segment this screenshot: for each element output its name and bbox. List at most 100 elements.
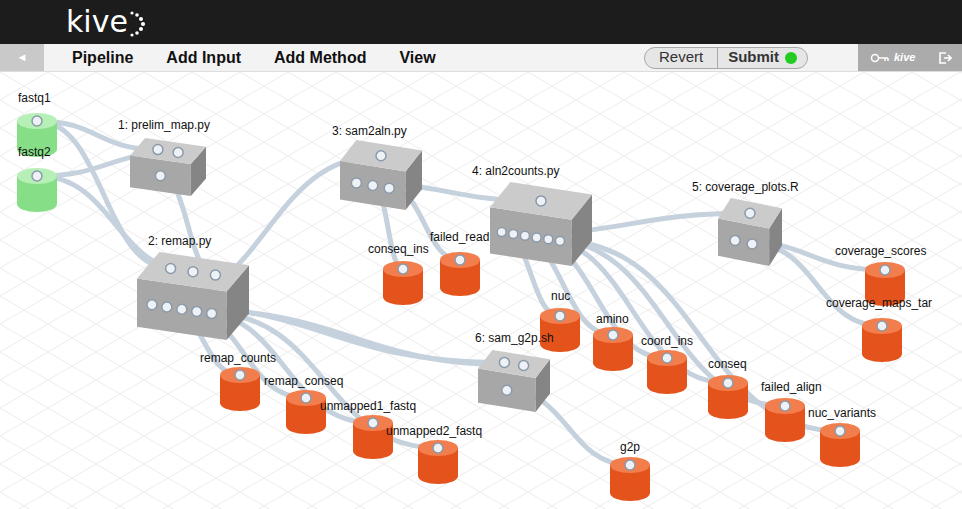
node-label: 1: prelim_map.py xyxy=(118,118,210,132)
port[interactable] xyxy=(235,370,245,380)
key-icon xyxy=(870,52,890,64)
output-node[interactable] xyxy=(383,261,423,305)
port[interactable] xyxy=(147,300,157,310)
output-node[interactable] xyxy=(440,252,480,296)
logo-text[interactable]: kive xyxy=(66,5,128,39)
method-node[interactable] xyxy=(490,182,592,266)
output-node[interactable] xyxy=(353,415,393,459)
top-bar: kive xyxy=(0,0,962,44)
port[interactable] xyxy=(662,353,672,363)
submit-button[interactable]: Submit xyxy=(718,48,807,68)
input-node[interactable] xyxy=(17,113,57,157)
method-node[interactable] xyxy=(478,350,550,412)
node-label: 2: remap.py xyxy=(148,234,211,248)
node-label: fastq1 xyxy=(18,91,51,105)
node-label: fastq2 xyxy=(18,145,51,159)
port[interactable] xyxy=(376,151,386,161)
port[interactable] xyxy=(608,330,618,340)
port[interactable] xyxy=(210,270,220,280)
node-label: failed_align xyxy=(761,380,822,394)
node-label: amino xyxy=(596,312,629,326)
port[interactable] xyxy=(555,311,565,321)
port[interactable] xyxy=(502,385,512,395)
submit-label[interactable]: Submit xyxy=(728,47,779,69)
output-node[interactable] xyxy=(610,457,650,501)
node-label: remap_counts xyxy=(200,351,276,365)
method-node[interactable] xyxy=(137,252,249,340)
pipeline-canvas[interactable]: fastq1fastq21: prelim_map.py2: remap.py3… xyxy=(0,72,962,509)
method-node[interactable] xyxy=(130,138,206,196)
output-node[interactable] xyxy=(418,440,458,484)
port[interactable] xyxy=(497,228,506,237)
connection[interactable] xyxy=(548,239,785,406)
port[interactable] xyxy=(32,116,42,126)
port[interactable] xyxy=(520,231,529,240)
port[interactable] xyxy=(398,264,408,274)
port[interactable] xyxy=(723,378,733,388)
connection[interactable] xyxy=(560,241,840,431)
menu-item[interactable]: View xyxy=(399,46,435,70)
port[interactable] xyxy=(162,302,172,312)
port[interactable] xyxy=(173,148,183,158)
port[interactable] xyxy=(192,306,202,316)
port[interactable] xyxy=(745,208,755,218)
port[interactable] xyxy=(384,183,394,193)
port[interactable] xyxy=(519,361,529,371)
output-node[interactable] xyxy=(862,318,902,362)
logo[interactable]: kive xyxy=(66,5,151,39)
port[interactable] xyxy=(177,304,187,314)
user-name[interactable]: kive xyxy=(894,49,915,66)
method-node[interactable] xyxy=(718,198,782,266)
input-node[interactable] xyxy=(17,168,57,212)
method-node[interactable] xyxy=(340,140,422,210)
port[interactable] xyxy=(880,265,890,275)
port[interactable] xyxy=(555,237,564,246)
port[interactable] xyxy=(368,418,378,428)
port[interactable] xyxy=(730,236,740,246)
port[interactable] xyxy=(351,178,361,188)
port[interactable] xyxy=(188,267,198,277)
port[interactable] xyxy=(368,181,378,191)
output-node[interactable] xyxy=(540,308,580,352)
node-label: unmapped2_fastq xyxy=(386,424,482,438)
connection[interactable] xyxy=(212,314,438,448)
menu-item[interactable]: Pipeline xyxy=(72,46,133,70)
node-label: unmapped1_fastq xyxy=(320,399,416,413)
logout-icon[interactable] xyxy=(938,51,952,65)
port[interactable] xyxy=(877,321,887,331)
port[interactable] xyxy=(499,357,509,367)
port[interactable] xyxy=(153,145,163,155)
port[interactable] xyxy=(166,264,176,274)
action-group: Revert Submit xyxy=(644,47,808,69)
output-node[interactable] xyxy=(865,262,905,306)
node-label: nuc_variants xyxy=(808,406,876,420)
output-node[interactable] xyxy=(647,350,687,394)
menu-item[interactable]: Add Input xyxy=(166,46,241,70)
port[interactable] xyxy=(207,309,217,319)
port[interactable] xyxy=(532,233,541,242)
revert-button[interactable]: Revert xyxy=(645,48,718,68)
menu-item[interactable]: Add Method xyxy=(274,46,366,70)
port[interactable] xyxy=(544,235,553,244)
port[interactable] xyxy=(509,229,518,238)
port[interactable] xyxy=(835,426,845,436)
output-node[interactable] xyxy=(820,423,860,467)
diagram[interactable] xyxy=(0,72,962,509)
output-node[interactable] xyxy=(708,375,748,419)
port[interactable] xyxy=(780,401,790,411)
node-label: conseq xyxy=(708,357,747,371)
port[interactable] xyxy=(625,460,635,470)
port[interactable] xyxy=(301,393,311,403)
port[interactable] xyxy=(536,196,546,206)
output-node[interactable] xyxy=(286,390,326,434)
port[interactable] xyxy=(32,171,42,181)
output-node[interactable] xyxy=(765,398,805,442)
output-node[interactable] xyxy=(593,327,633,371)
port[interactable] xyxy=(747,239,757,249)
port[interactable] xyxy=(455,255,465,265)
port[interactable] xyxy=(155,171,165,181)
port[interactable] xyxy=(433,443,443,453)
back-button[interactable]: ◄ xyxy=(0,44,44,71)
node-label: coverage_scores xyxy=(835,244,926,258)
output-node[interactable] xyxy=(220,367,260,411)
